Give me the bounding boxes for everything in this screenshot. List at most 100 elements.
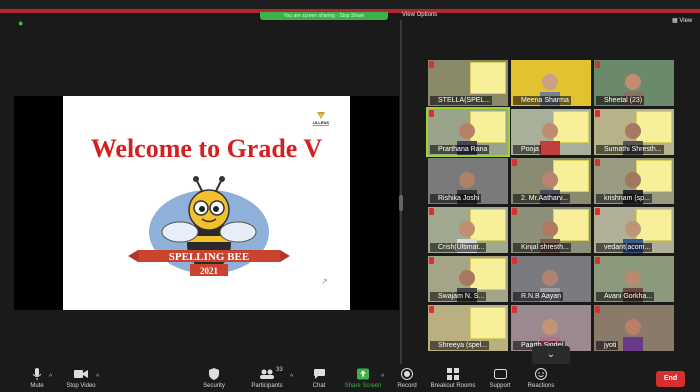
participant-name: R.N.B Aayan — [513, 292, 564, 301]
share-screen-button[interactable]: Share Screen — [343, 364, 383, 389]
security-button[interactable]: Security — [200, 364, 228, 389]
participant-tile[interactable]: Sumathi Shresth... — [594, 109, 674, 155]
gallery-next-page-button[interactable]: ⌄ — [532, 346, 570, 364]
mic-muted-icon — [595, 208, 600, 215]
participant-tile[interactable]: Meena Sharma — [511, 60, 591, 106]
share-screen-label: Share Screen — [344, 383, 382, 389]
share-screen-icon — [357, 368, 369, 380]
mute-button[interactable]: Mute — [24, 364, 50, 389]
view-options-button[interactable]: View Options — [402, 12, 437, 18]
slide-title: Welcome to Grade V — [90, 134, 323, 163]
breakout-rooms-label: Breakout Rooms — [430, 383, 476, 389]
participant-name: Sheetal (23) — [596, 96, 645, 105]
mic-muted-icon — [595, 110, 600, 117]
participant-name: Swajam N. S... — [430, 292, 487, 301]
mic-muted-icon — [595, 306, 600, 313]
video-camera-icon — [74, 370, 88, 378]
participant-name: Meena Sharma — [513, 96, 571, 105]
stop-video-button[interactable]: Stop Video — [64, 364, 98, 389]
support-button[interactable]: Support — [486, 364, 514, 389]
reactions-label: Reactions — [527, 383, 555, 389]
reactions-icon — [535, 368, 547, 380]
chat-button[interactable]: Chat — [308, 364, 330, 389]
participant-name: STELLA(SPEL... — [430, 96, 493, 105]
participant-tile[interactable]: vedant(acom... — [594, 207, 674, 253]
participant-tile[interactable]: Sheetal (23) — [594, 60, 674, 106]
participants-label: Participants — [251, 383, 283, 389]
mic-muted-icon — [429, 110, 434, 117]
video-options-caret[interactable]: ^ — [96, 374, 99, 381]
participant-name: Kinjal shresth... — [513, 243, 571, 252]
participant-tile[interactable]: jyoti — [594, 305, 674, 351]
shared-slide: ULLENS Welcome to Grade V SPELLING BEE 2… — [63, 96, 350, 310]
participant-name: 2. Mr.Aatharv... — [513, 194, 570, 203]
share-banner[interactable]: You are screen sharing · Stop Share — [260, 12, 388, 20]
mic-muted-icon — [429, 208, 434, 215]
participant-tile[interactable]: Prarthana Rana — [426, 107, 510, 157]
record-button[interactable]: Record — [396, 364, 418, 389]
participant-tile[interactable]: Paarth Sigdel — [511, 305, 591, 351]
panel-divider[interactable] — [400, 20, 402, 364]
participants-icon — [260, 369, 274, 379]
mic-muted-icon — [512, 306, 517, 313]
microphone-icon — [33, 368, 41, 380]
support-icon — [493, 369, 507, 379]
breakout-rooms-button[interactable]: Breakout Rooms — [430, 364, 476, 389]
participants-count: 33 — [276, 367, 283, 373]
mic-muted-icon — [595, 257, 600, 264]
stop-video-label: Stop Video — [66, 383, 96, 389]
welcome-poster — [470, 62, 506, 94]
view-label: View — [679, 18, 693, 24]
breakout-rooms-icon — [447, 368, 459, 380]
participant-name: krishnam (sp... — [596, 194, 652, 203]
person-video — [623, 319, 643, 351]
mouse-cursor-icon: ↗ — [321, 277, 328, 286]
mic-muted-icon — [429, 257, 434, 264]
participant-name: Crish(Ultimat... — [430, 243, 487, 252]
logo-text: ULLENS — [313, 120, 329, 125]
mute-label: Mute — [30, 383, 44, 389]
banner-year: 2021 — [200, 266, 219, 276]
end-meeting-button[interactable]: End — [656, 371, 685, 387]
mic-muted-icon — [595, 61, 600, 68]
mute-options-caret[interactable]: ^ — [49, 374, 52, 381]
participant-tile[interactable]: Pooja — [511, 109, 591, 155]
spelling-bee-logo: SPELLING BEE 2021 — [128, 176, 290, 276]
chat-icon — [313, 369, 325, 379]
mic-muted-icon — [429, 61, 434, 68]
mic-muted-icon — [512, 257, 517, 264]
share-options-caret[interactable]: ^ — [381, 374, 384, 381]
participant-name: Shreeya (spel... — [430, 341, 490, 350]
participant-tile[interactable]: krishnam (sp... — [594, 158, 674, 204]
shield-icon — [209, 368, 219, 380]
participant-tile[interactable]: Swajam N. S... — [428, 256, 508, 302]
welcome-poster — [470, 307, 506, 339]
school-logo: ULLENS — [313, 112, 329, 126]
mic-muted-icon — [429, 306, 434, 313]
participant-tile[interactable]: 2. Mr.Aatharv... — [511, 158, 591, 204]
participant-name: jyoti — [596, 341, 619, 350]
participant-tile[interactable]: Avani Gorkha... — [594, 256, 674, 302]
shield-icon[interactable]: ● — [18, 19, 26, 28]
participant-name: vedant(acom... — [596, 243, 653, 252]
record-icon — [401, 368, 413, 380]
security-label: Security — [203, 383, 225, 389]
participant-name: Pooja — [513, 145, 541, 154]
divider-handle[interactable] — [399, 195, 403, 211]
record-label: Record — [397, 383, 417, 389]
participant-name: Rishika Joshi — [430, 194, 482, 203]
participant-tile[interactable]: Shreeya (spel... — [428, 305, 508, 351]
participants-options-caret[interactable]: ^ — [290, 374, 293, 381]
participant-name: Sumathi Shresth... — [596, 145, 664, 154]
participant-tile[interactable]: Kinjal shresth... — [511, 207, 591, 253]
participant-tile[interactable]: R.N.B Aayan — [511, 256, 591, 302]
mic-muted-icon — [595, 159, 600, 166]
reactions-button[interactable]: Reactions — [526, 364, 556, 389]
mic-muted-icon — [512, 159, 517, 166]
view-button[interactable]: ▦ View — [672, 17, 692, 24]
chevron-down-icon: ⌄ — [546, 349, 556, 360]
participant-tile[interactable]: Rishika Joshi — [428, 158, 508, 204]
participant-tile[interactable]: Crish(Ultimat... — [428, 207, 508, 253]
chat-label: Chat — [312, 383, 326, 389]
participant-tile[interactable]: STELLA(SPEL... — [428, 60, 508, 106]
